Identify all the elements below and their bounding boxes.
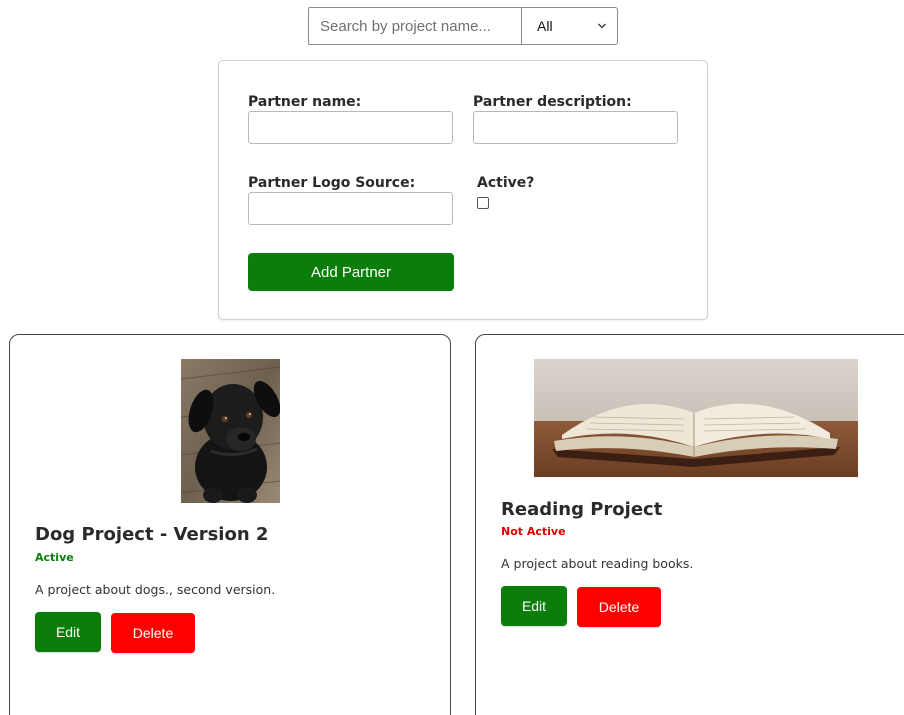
project-image [181,359,280,503]
project-description: A project about dogs., second version. [35,582,276,597]
project-title: Reading Project [501,499,663,520]
active-checkbox[interactable] [477,197,489,209]
black-puppy-image [181,359,280,503]
edit-button[interactable]: Edit [35,612,101,652]
delete-button[interactable]: Delete [111,613,195,653]
partner-description-field[interactable] [473,111,678,144]
partner-name-field[interactable] [248,111,453,144]
edit-button[interactable]: Edit [501,586,567,626]
partner-logo-label: Partner Logo Source: [248,175,416,191]
filter-selected-value: All [537,18,553,34]
partner-logo-field[interactable] [248,192,453,225]
project-card: Dog Project - Version 2 Active A project… [9,334,451,715]
active-label: Active? [477,175,535,191]
add-partner-form: Partner name: Partner description: Partn… [218,60,708,320]
project-card: Reading Project Not Active A project abo… [475,334,904,715]
project-image [534,359,858,477]
chevron-down-icon [598,23,606,29]
delete-button[interactable]: Delete [577,587,661,627]
project-description: A project about reading books. [501,556,694,571]
search-input[interactable] [308,7,522,45]
project-title: Dog Project - Version 2 [35,524,269,545]
status-filter-select[interactable]: All [521,7,618,45]
status-badge: Active [35,551,74,564]
partner-description-label: Partner description: [473,94,632,110]
partner-name-label: Partner name: [248,94,362,110]
open-book-image [534,359,858,477]
status-badge: Not Active [501,525,566,538]
add-partner-button[interactable]: Add Partner [248,253,454,291]
